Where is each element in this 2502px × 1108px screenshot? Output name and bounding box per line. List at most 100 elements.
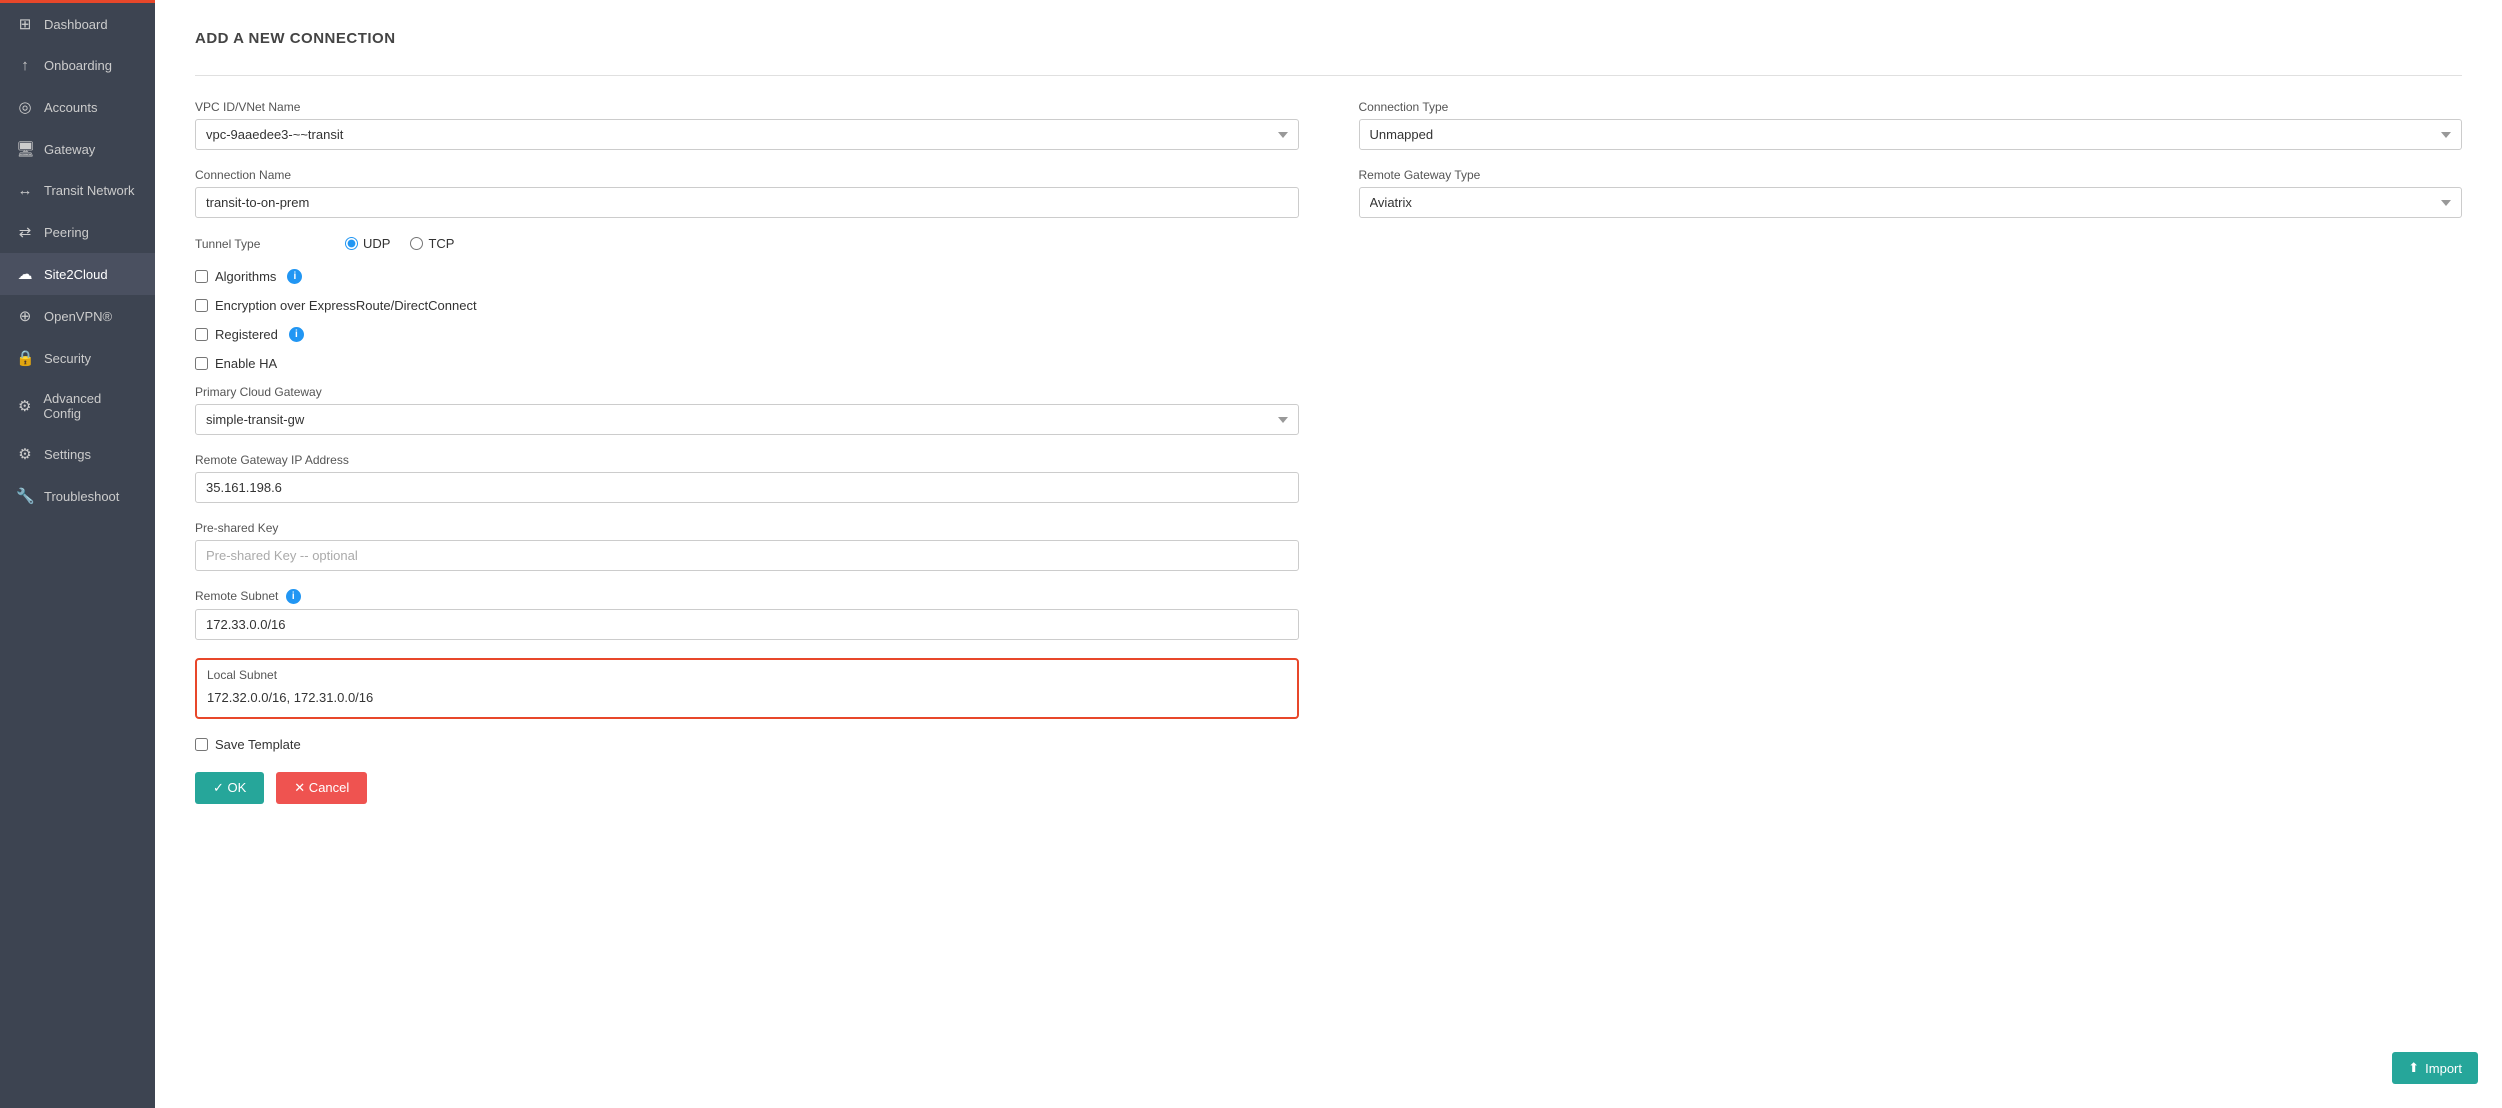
remote-ip-label: Remote Gateway IP Address: [195, 453, 1299, 467]
sidebar-item-accounts[interactable]: ◎ Accounts: [0, 86, 155, 128]
vpc-label: VPC ID/VNet Name: [195, 100, 1299, 114]
right-column: Connection Type Unmapped Mapped Remote G…: [1359, 100, 2463, 804]
openvpn-icon: ⊕: [16, 307, 34, 325]
security-icon: 🔒: [16, 349, 34, 367]
site2cloud-icon: ☁: [16, 265, 34, 283]
sidebar-item-advanced-config[interactable]: ⚙ Advanced Config: [0, 379, 155, 433]
algorithms-group: Algorithms i: [195, 269, 1299, 284]
remote-subnet-group: Remote Subnet i: [195, 589, 1299, 640]
connection-type-label: Connection Type: [1359, 100, 2463, 114]
sidebar-label-accounts: Accounts: [44, 100, 97, 115]
primary-gw-select[interactable]: simple-transit-gw: [195, 404, 1299, 435]
connection-type-select[interactable]: Unmapped Mapped: [1359, 119, 2463, 150]
local-subnet-label: Local Subnet: [207, 668, 1287, 682]
encryption-checkbox[interactable]: [195, 299, 208, 312]
algorithms-label: Algorithms: [215, 269, 276, 284]
transit-icon: ↔: [16, 182, 34, 199]
sidebar-item-peering[interactable]: ⇄ Peering: [0, 211, 155, 253]
registered-checkbox[interactable]: [195, 328, 208, 341]
cancel-button[interactable]: ✕ Cancel: [276, 772, 367, 804]
advanced-config-icon: ⚙: [16, 397, 33, 415]
tcp-radio[interactable]: [410, 237, 423, 250]
form-grid: VPC ID/VNet Name vpc-9aaedee3-~~transit …: [195, 100, 2462, 804]
sidebar-item-onboarding[interactable]: ↑ Onboarding: [0, 45, 155, 86]
remote-gw-type-label: Remote Gateway Type: [1359, 168, 2463, 182]
udp-label: UDP: [363, 236, 390, 251]
remote-gw-type-select[interactable]: Aviatrix: [1359, 187, 2463, 218]
udp-radio[interactable]: [345, 237, 358, 250]
algorithms-info-icon[interactable]: i: [287, 269, 302, 284]
sidebar-label-advanced-config: Advanced Config: [43, 391, 139, 421]
sidebar-label-security: Security: [44, 351, 91, 366]
troubleshoot-icon: 🔧: [16, 487, 34, 505]
sidebar-item-transit-network[interactable]: ↔ Transit Network: [0, 170, 155, 211]
save-template-label: Save Template: [215, 737, 301, 752]
primary-gw-label: Primary Cloud Gateway: [195, 385, 1299, 399]
remote-ip-group: Remote Gateway IP Address: [195, 453, 1299, 503]
tunnel-type-label: Tunnel Type: [195, 237, 285, 251]
import-button[interactable]: ⬆ Import: [2392, 1052, 2478, 1084]
sidebar-label-settings: Settings: [44, 447, 91, 462]
enable-ha-group: Enable HA: [195, 356, 1299, 371]
local-subnet-group: Local Subnet: [195, 658, 1299, 719]
import-label: Import: [2425, 1061, 2462, 1076]
sidebar-item-openvpn[interactable]: ⊕ OpenVPN®: [0, 295, 155, 337]
remote-gw-type-group: Remote Gateway Type Aviatrix: [1359, 168, 2463, 218]
sidebar-label-openvpn: OpenVPN®: [44, 309, 112, 324]
connection-name-label: Connection Name: [195, 168, 1299, 182]
registered-group: Registered i: [195, 327, 1299, 342]
tunnel-type-row: Tunnel Type UDP TCP: [195, 236, 1299, 251]
sidebar-item-security[interactable]: 🔒 Security: [0, 337, 155, 379]
sidebar-label-peering: Peering: [44, 225, 89, 240]
settings-icon: ⚙: [16, 445, 34, 463]
peering-icon: ⇄: [16, 223, 34, 241]
registered-label: Registered: [215, 327, 278, 342]
remote-subnet-info-icon[interactable]: i: [286, 589, 301, 604]
sidebar-label-onboarding: Onboarding: [44, 58, 112, 73]
sidebar-label-troubleshoot: Troubleshoot: [44, 489, 119, 504]
import-icon: ⬆: [2408, 1060, 2419, 1076]
enable-ha-label: Enable HA: [215, 356, 277, 371]
main-content: ADD A NEW CONNECTION VPC ID/VNet Name vp…: [155, 0, 2502, 1108]
vpc-group: VPC ID/VNet Name vpc-9aaedee3-~~transit: [195, 100, 1299, 150]
local-subnet-highlighted: Local Subnet: [195, 658, 1299, 719]
dashboard-icon: ⊞: [16, 15, 34, 33]
sidebar-item-gateway[interactable]: 🖥 Gateway: [0, 128, 155, 170]
udp-radio-label[interactable]: UDP: [345, 236, 390, 251]
vpc-select[interactable]: vpc-9aaedee3-~~transit: [195, 119, 1299, 150]
sidebar-label-transit: Transit Network: [44, 183, 135, 198]
tcp-radio-label[interactable]: TCP: [410, 236, 454, 251]
page-title: ADD A NEW CONNECTION: [195, 30, 2462, 47]
accounts-icon: ◎: [16, 98, 34, 116]
sidebar-item-site2cloud[interactable]: ☁ Site2Cloud: [0, 253, 155, 295]
preshared-input[interactable]: [195, 540, 1299, 571]
connection-type-group: Connection Type Unmapped Mapped: [1359, 100, 2463, 150]
sidebar-item-settings[interactable]: ⚙ Settings: [0, 433, 155, 475]
preshared-group: Pre-shared Key: [195, 521, 1299, 571]
sidebar-label-site2cloud: Site2Cloud: [44, 267, 108, 282]
local-subnet-input[interactable]: [207, 686, 1287, 709]
registered-info-icon[interactable]: i: [289, 327, 304, 342]
gateway-icon: 🖥: [16, 140, 34, 158]
tcp-label: TCP: [428, 236, 454, 251]
btn-row: ✓ OK ✕ Cancel: [195, 772, 1299, 804]
radio-group: UDP TCP: [345, 236, 454, 251]
encryption-group: Encryption over ExpressRoute/DirectConne…: [195, 298, 1299, 313]
ok-button[interactable]: ✓ OK: [195, 772, 264, 804]
save-template-group: Save Template: [195, 737, 1299, 752]
connection-name-group: Connection Name: [195, 168, 1299, 218]
sidebar-label-gateway: Gateway: [44, 142, 95, 157]
algorithms-checkbox[interactable]: [195, 270, 208, 283]
enable-ha-checkbox[interactable]: [195, 357, 208, 370]
title-divider: [195, 75, 2462, 76]
encryption-label: Encryption over ExpressRoute/DirectConne…: [215, 298, 477, 313]
sidebar-item-dashboard[interactable]: ⊞ Dashboard: [0, 3, 155, 45]
onboarding-icon: ↑: [16, 57, 34, 74]
save-template-checkbox[interactable]: [195, 738, 208, 751]
remote-subnet-input[interactable]: [195, 609, 1299, 640]
remote-subnet-label: Remote Subnet i: [195, 589, 1299, 604]
connection-name-input[interactable]: [195, 187, 1299, 218]
left-column: VPC ID/VNet Name vpc-9aaedee3-~~transit …: [195, 100, 1299, 804]
remote-ip-input[interactable]: [195, 472, 1299, 503]
sidebar-item-troubleshoot[interactable]: 🔧 Troubleshoot: [0, 475, 155, 517]
